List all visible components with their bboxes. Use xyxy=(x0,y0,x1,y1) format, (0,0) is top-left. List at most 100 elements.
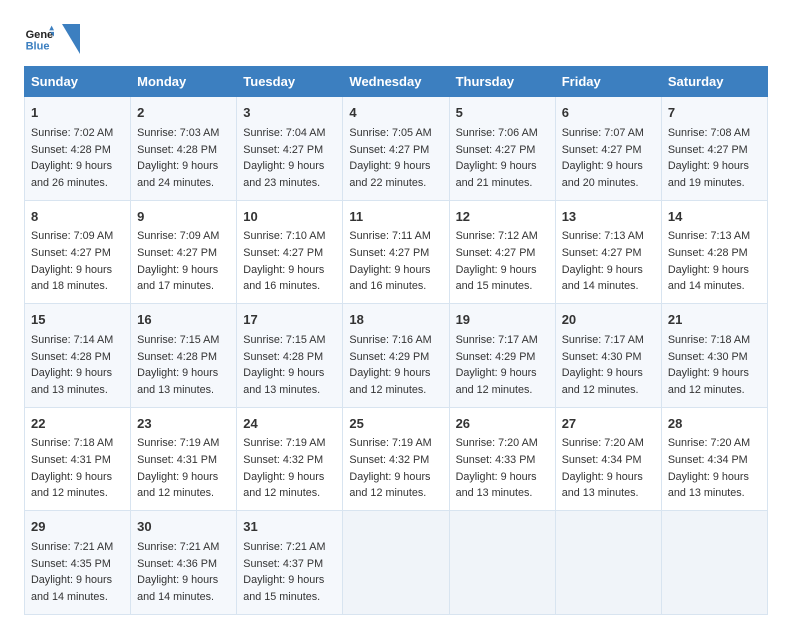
day-number: 27 xyxy=(562,415,655,434)
day-number: 18 xyxy=(349,311,442,330)
calendar-cell: 12 Sunrise: 7:12 AMSunset: 4:27 PMDaylig… xyxy=(449,200,555,304)
calendar-cell: 23 Sunrise: 7:19 AMSunset: 4:31 PMDaylig… xyxy=(131,407,237,511)
calendar-cell: 13 Sunrise: 7:13 AMSunset: 4:27 PMDaylig… xyxy=(555,200,661,304)
calendar-cell: 29 Sunrise: 7:21 AMSunset: 4:35 PMDaylig… xyxy=(25,511,131,615)
day-number: 9 xyxy=(137,208,230,227)
day-number: 24 xyxy=(243,415,336,434)
calendar-cell: 24 Sunrise: 7:19 AMSunset: 4:32 PMDaylig… xyxy=(237,407,343,511)
calendar-week-row: 29 Sunrise: 7:21 AMSunset: 4:35 PMDaylig… xyxy=(25,511,768,615)
day-number: 1 xyxy=(31,104,124,123)
calendar-cell: 20 Sunrise: 7:17 AMSunset: 4:30 PMDaylig… xyxy=(555,304,661,408)
calendar-cell: 10 Sunrise: 7:10 AMSunset: 4:27 PMDaylig… xyxy=(237,200,343,304)
day-number: 2 xyxy=(137,104,230,123)
day-info: Sunrise: 7:17 AMSunset: 4:29 PMDaylight:… xyxy=(456,334,538,396)
col-header-friday: Friday xyxy=(555,67,661,97)
day-number: 7 xyxy=(668,104,761,123)
calendar-cell xyxy=(661,511,767,615)
col-header-monday: Monday xyxy=(131,67,237,97)
day-number: 4 xyxy=(349,104,442,123)
day-info: Sunrise: 7:13 AMSunset: 4:27 PMDaylight:… xyxy=(562,230,644,292)
calendar-cell: 27 Sunrise: 7:20 AMSunset: 4:34 PMDaylig… xyxy=(555,407,661,511)
calendar-cell: 16 Sunrise: 7:15 AMSunset: 4:28 PMDaylig… xyxy=(131,304,237,408)
calendar-cell: 3 Sunrise: 7:04 AMSunset: 4:27 PMDayligh… xyxy=(237,97,343,201)
calendar-header-row: SundayMondayTuesdayWednesdayThursdayFrid… xyxy=(25,67,768,97)
day-number: 13 xyxy=(562,208,655,227)
day-info: Sunrise: 7:20 AMSunset: 4:34 PMDaylight:… xyxy=(668,437,750,499)
day-number: 12 xyxy=(456,208,549,227)
day-number: 19 xyxy=(456,311,549,330)
calendar-cell xyxy=(449,511,555,615)
calendar-cell: 31 Sunrise: 7:21 AMSunset: 4:37 PMDaylig… xyxy=(237,511,343,615)
calendar-cell: 19 Sunrise: 7:17 AMSunset: 4:29 PMDaylig… xyxy=(449,304,555,408)
calendar-cell: 26 Sunrise: 7:20 AMSunset: 4:33 PMDaylig… xyxy=(449,407,555,511)
day-info: Sunrise: 7:21 AMSunset: 4:35 PMDaylight:… xyxy=(31,541,113,603)
day-info: Sunrise: 7:03 AMSunset: 4:28 PMDaylight:… xyxy=(137,127,219,189)
day-number: 10 xyxy=(243,208,336,227)
day-number: 20 xyxy=(562,311,655,330)
day-number: 3 xyxy=(243,104,336,123)
svg-text:General: General xyxy=(26,29,54,41)
calendar-cell: 30 Sunrise: 7:21 AMSunset: 4:36 PMDaylig… xyxy=(131,511,237,615)
calendar-cell: 5 Sunrise: 7:06 AMSunset: 4:27 PMDayligh… xyxy=(449,97,555,201)
day-number: 21 xyxy=(668,311,761,330)
day-number: 22 xyxy=(31,415,124,434)
logo: General Blue xyxy=(24,24,80,54)
day-number: 5 xyxy=(456,104,549,123)
day-number: 23 xyxy=(137,415,230,434)
day-info: Sunrise: 7:14 AMSunset: 4:28 PMDaylight:… xyxy=(31,334,113,396)
day-info: Sunrise: 7:19 AMSunset: 4:32 PMDaylight:… xyxy=(243,437,325,499)
col-header-thursday: Thursday xyxy=(449,67,555,97)
day-info: Sunrise: 7:17 AMSunset: 4:30 PMDaylight:… xyxy=(562,334,644,396)
day-info: Sunrise: 7:19 AMSunset: 4:32 PMDaylight:… xyxy=(349,437,431,499)
day-info: Sunrise: 7:13 AMSunset: 4:28 PMDaylight:… xyxy=(668,230,750,292)
col-header-tuesday: Tuesday xyxy=(237,67,343,97)
day-info: Sunrise: 7:18 AMSunset: 4:31 PMDaylight:… xyxy=(31,437,113,499)
day-info: Sunrise: 7:09 AMSunset: 4:27 PMDaylight:… xyxy=(31,230,113,292)
day-number: 31 xyxy=(243,518,336,537)
day-info: Sunrise: 7:06 AMSunset: 4:27 PMDaylight:… xyxy=(456,127,538,189)
calendar-cell: 1 Sunrise: 7:02 AMSunset: 4:28 PMDayligh… xyxy=(25,97,131,201)
calendar-week-row: 1 Sunrise: 7:02 AMSunset: 4:28 PMDayligh… xyxy=(25,97,768,201)
calendar-cell: 22 Sunrise: 7:18 AMSunset: 4:31 PMDaylig… xyxy=(25,407,131,511)
calendar-cell: 8 Sunrise: 7:09 AMSunset: 4:27 PMDayligh… xyxy=(25,200,131,304)
day-info: Sunrise: 7:05 AMSunset: 4:27 PMDaylight:… xyxy=(349,127,431,189)
calendar-cell: 11 Sunrise: 7:11 AMSunset: 4:27 PMDaylig… xyxy=(343,200,449,304)
day-info: Sunrise: 7:11 AMSunset: 4:27 PMDaylight:… xyxy=(349,230,430,292)
calendar-week-row: 22 Sunrise: 7:18 AMSunset: 4:31 PMDaylig… xyxy=(25,407,768,511)
calendar-cell: 14 Sunrise: 7:13 AMSunset: 4:28 PMDaylig… xyxy=(661,200,767,304)
day-info: Sunrise: 7:20 AMSunset: 4:33 PMDaylight:… xyxy=(456,437,538,499)
calendar-cell: 18 Sunrise: 7:16 AMSunset: 4:29 PMDaylig… xyxy=(343,304,449,408)
day-info: Sunrise: 7:09 AMSunset: 4:27 PMDaylight:… xyxy=(137,230,219,292)
day-info: Sunrise: 7:08 AMSunset: 4:27 PMDaylight:… xyxy=(668,127,750,189)
day-info: Sunrise: 7:15 AMSunset: 4:28 PMDaylight:… xyxy=(243,334,325,396)
day-info: Sunrise: 7:07 AMSunset: 4:27 PMDaylight:… xyxy=(562,127,644,189)
day-info: Sunrise: 7:10 AMSunset: 4:27 PMDaylight:… xyxy=(243,230,325,292)
col-header-wednesday: Wednesday xyxy=(343,67,449,97)
day-number: 6 xyxy=(562,104,655,123)
calendar-cell: 15 Sunrise: 7:14 AMSunset: 4:28 PMDaylig… xyxy=(25,304,131,408)
calendar-week-row: 15 Sunrise: 7:14 AMSunset: 4:28 PMDaylig… xyxy=(25,304,768,408)
logo-icon: General Blue xyxy=(24,24,54,54)
calendar-week-row: 8 Sunrise: 7:09 AMSunset: 4:27 PMDayligh… xyxy=(25,200,768,304)
day-number: 28 xyxy=(668,415,761,434)
day-info: Sunrise: 7:20 AMSunset: 4:34 PMDaylight:… xyxy=(562,437,644,499)
day-number: 15 xyxy=(31,311,124,330)
day-number: 29 xyxy=(31,518,124,537)
calendar-cell: 7 Sunrise: 7:08 AMSunset: 4:27 PMDayligh… xyxy=(661,97,767,201)
calendar-cell: 4 Sunrise: 7:05 AMSunset: 4:27 PMDayligh… xyxy=(343,97,449,201)
col-header-sunday: Sunday xyxy=(25,67,131,97)
calendar-cell xyxy=(343,511,449,615)
calendar-cell: 9 Sunrise: 7:09 AMSunset: 4:27 PMDayligh… xyxy=(131,200,237,304)
calendar-cell: 25 Sunrise: 7:19 AMSunset: 4:32 PMDaylig… xyxy=(343,407,449,511)
day-number: 16 xyxy=(137,311,230,330)
calendar-cell xyxy=(555,511,661,615)
day-number: 30 xyxy=(137,518,230,537)
calendar-cell: 6 Sunrise: 7:07 AMSunset: 4:27 PMDayligh… xyxy=(555,97,661,201)
calendar-cell: 2 Sunrise: 7:03 AMSunset: 4:28 PMDayligh… xyxy=(131,97,237,201)
calendar-cell: 28 Sunrise: 7:20 AMSunset: 4:34 PMDaylig… xyxy=(661,407,767,511)
logo-triangle-icon xyxy=(62,24,80,54)
calendar-cell: 21 Sunrise: 7:18 AMSunset: 4:30 PMDaylig… xyxy=(661,304,767,408)
day-number: 11 xyxy=(349,208,442,227)
day-number: 8 xyxy=(31,208,124,227)
day-number: 26 xyxy=(456,415,549,434)
